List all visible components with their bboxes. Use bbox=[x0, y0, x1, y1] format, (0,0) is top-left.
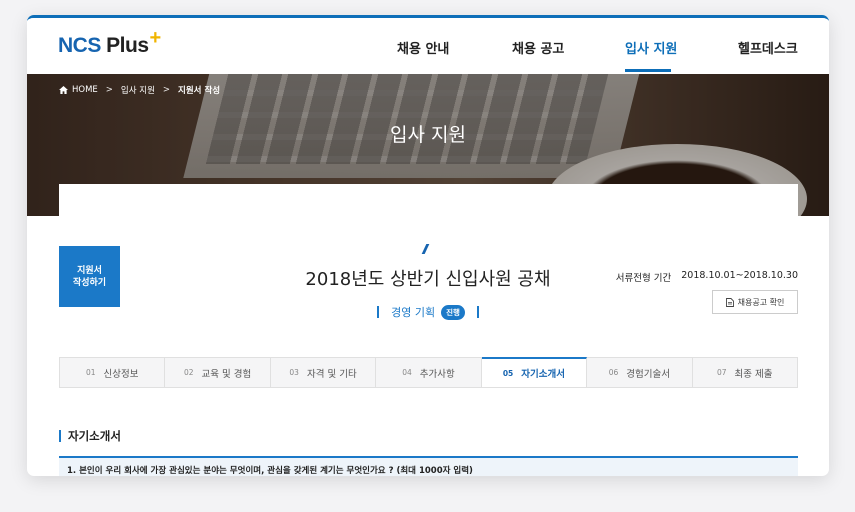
step-qualifications[interactable]: 03 자격 및 기타 bbox=[271, 358, 377, 387]
step-label: 신상정보 bbox=[103, 368, 139, 380]
step-number: 07 bbox=[716, 368, 727, 377]
nav-apply[interactable]: 입사 지원 bbox=[625, 38, 677, 57]
home-icon bbox=[59, 86, 68, 94]
step-label: 자격 및 기타 bbox=[306, 368, 357, 380]
step-label: 자기소개서 bbox=[521, 369, 565, 380]
step-label: 교육 및 경험 bbox=[201, 368, 252, 380]
step-label: 최종 제출 bbox=[734, 368, 773, 380]
question-1: 1. 본인이 우리 회사에 가장 관심있는 분야는 무엇이며, 관심을 갖게된 … bbox=[59, 456, 798, 476]
step-number: 05 bbox=[502, 368, 514, 378]
step-number: 03 bbox=[289, 368, 299, 377]
view-job-notice-label: 채용공고 확인 bbox=[737, 297, 785, 307]
posting-job-row: 경영 기획 진행 bbox=[27, 304, 829, 320]
status-badge: 진행 bbox=[441, 304, 465, 320]
step-number: 06 bbox=[608, 368, 619, 377]
content-panel-top bbox=[59, 184, 798, 216]
step-self-introduction[interactable]: 05 자기소개서 bbox=[481, 357, 588, 387]
step-number: 04 bbox=[402, 368, 412, 377]
view-job-notice-button[interactable]: 채용공고 확인 bbox=[712, 290, 798, 314]
breadcrumb-separator: > bbox=[105, 85, 113, 95]
period-value: 2018.10.01~2018.10.30 bbox=[681, 270, 798, 281]
hero-title: 입사 지원 bbox=[390, 124, 466, 146]
logo-plus: Plus bbox=[100, 34, 149, 57]
title-accent-mark bbox=[421, 244, 430, 254]
breadcrumb-current: 지원서 작성 bbox=[178, 86, 221, 96]
section-title: 자기소개서 bbox=[59, 430, 121, 442]
breadcrumb: HOME > 입사 지원 > 지원서 작성 bbox=[59, 84, 220, 96]
period-label: 서류전형 기간 bbox=[615, 273, 672, 284]
nav-job-postings[interactable]: 채용 공고 bbox=[512, 38, 564, 57]
breadcrumb-home: HOME bbox=[72, 85, 98, 95]
browser-window: NCS Plus+ 채용 안내 채용 공고 입사 지원 헬프데스크 HOME >… bbox=[27, 15, 829, 476]
site-header: NCS Plus+ 채용 안내 채용 공고 입사 지원 헬프데스크 bbox=[27, 18, 829, 74]
step-additional[interactable]: 04 추가사항 bbox=[376, 358, 482, 387]
divider-bar bbox=[476, 306, 479, 318]
nav-recruit-guide[interactable]: 채용 안내 bbox=[397, 38, 449, 57]
step-education-experience[interactable]: 02 교육 및 경험 bbox=[165, 358, 271, 387]
home-link[interactable]: HOME bbox=[59, 85, 98, 95]
logo-ncs: NCS bbox=[58, 34, 101, 57]
step-label: 추가사항 bbox=[419, 368, 455, 380]
document-screening-period: 서류전형 기간 2018.10.01~2018.10.30 bbox=[616, 270, 798, 284]
breadcrumb-apply[interactable]: 입사 지원 bbox=[121, 84, 155, 96]
job-field: 경영 기획 bbox=[391, 306, 436, 319]
nav-active-underline bbox=[625, 69, 671, 72]
step-personal-info[interactable]: 01 신상정보 bbox=[60, 358, 166, 387]
step-number: 02 bbox=[183, 368, 194, 377]
step-final-submit[interactable]: 07 최종 제출 bbox=[693, 358, 797, 387]
application-steps: 01 신상정보 02 교육 및 경험 03 자격 및 기타 04 추가사항 05 자기소개… bbox=[59, 357, 798, 388]
divider-bar bbox=[377, 306, 380, 318]
step-experience-statement[interactable]: 06 경험기술서 bbox=[587, 358, 693, 387]
step-label: 경험기술서 bbox=[626, 368, 670, 380]
site-logo[interactable]: NCS Plus+ bbox=[58, 27, 161, 58]
step-number: 01 bbox=[85, 368, 96, 377]
document-icon bbox=[725, 297, 734, 307]
logo-plus-sign: + bbox=[149, 27, 162, 49]
nav-helpdesk[interactable]: 헬프데스크 bbox=[738, 38, 798, 57]
breadcrumb-separator: > bbox=[162, 85, 171, 95]
